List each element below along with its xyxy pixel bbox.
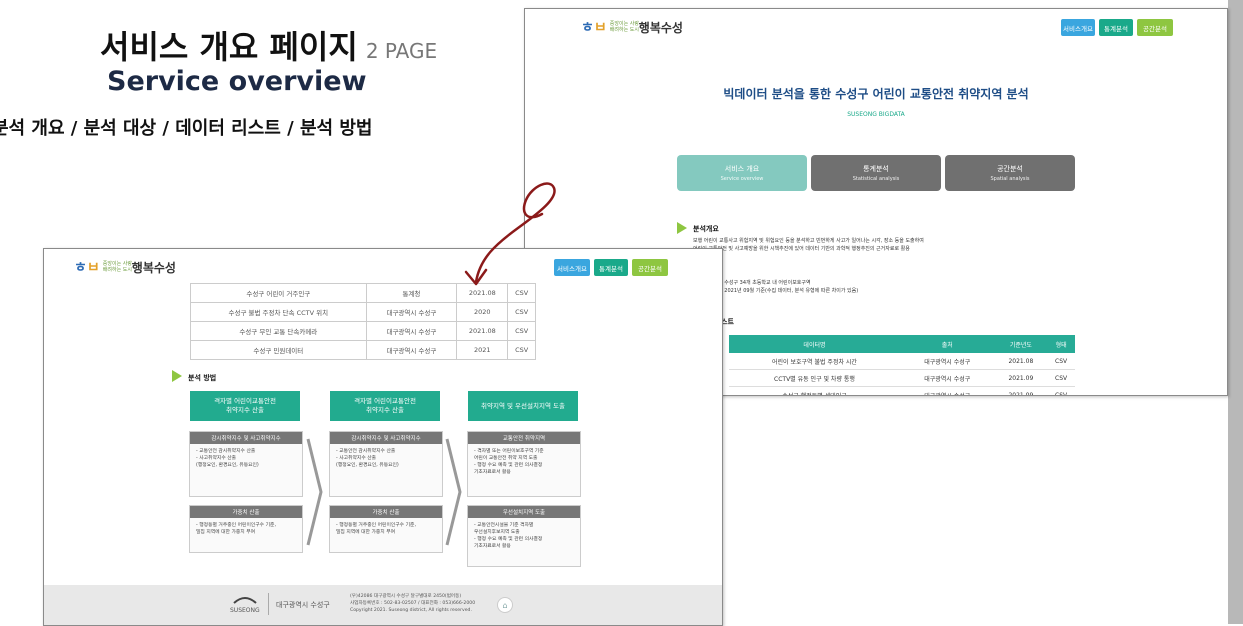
method-box: 감시취약지수 및 사고취약지수 - 교통안전 감시취약지수 산출 - 사고취약지수… [329,431,443,497]
logo-slogan: 중앙이는 사랑 배려하는 도시 [609,21,639,33]
nav-spatial-analysis[interactable]: 공간분석 [1137,19,1173,36]
chevron-right-icon [445,438,462,546]
section-method-heading: 분석 방법 [188,374,217,382]
table-header: 형태 [1047,335,1075,353]
logo-mark: ㅎㅂ [74,260,100,276]
section-arrow-icon [677,222,687,234]
section-overview-heading: 분석개요 [693,225,719,233]
nav-statistical-analysis[interactable]: 통계분석 [594,259,628,276]
logo-slogan: 중앙이는 사랑 배려하는 도시 [102,261,132,273]
table-row: CCTV별 유동 인구 및 차량 통행 대구광역시 수성구 2021.09 CSV [729,369,1075,387]
footer-info: (우)42086 대구광역시 수성구 달구벌대로 2450(범어동) 사업자등록… [350,594,476,613]
analysis-method-screenshot: ㅎㅂ 중앙이는 사랑 배려하는 도시 행복수성 서비스개요 통계분석 공간분석 수… [43,248,723,626]
menu-statistical-analysis[interactable]: 통계분석 Statistical analysis [811,155,941,191]
logo-name: 행복수성 [131,260,176,275]
method-box: 가중치 산출 - 행정동별 거주중인 어린이인구수 기준, 밀집 지역에 대한 가… [329,505,443,553]
curved-arrow-icon [464,182,556,286]
table-header: 데이터명 [729,335,900,353]
data-list-table: 수성구 어린이 거주인구 통계청 2021.08 CSV 수성구 불법 주정차 단속 … [190,283,536,360]
logo-name: 행복수성 [638,20,683,35]
footer-logo-text: SUSEONG [230,607,260,614]
suseong-logo-icon [233,597,257,604]
table-row: 어린이 보호구역 불법 주정차 시간 대구광역시 수성구 2021.08 CSV [729,353,1075,370]
method-box: 우선설치지역 도출 - 교통안전시설물 기준 격자별 우선설치후보지역 도출 - 행… [467,505,581,567]
nav-statistical-analysis[interactable]: 통계분석 [1099,19,1133,36]
table-row: 수성구 불법 주정차 단속 CCTV 위치 대구광역시 수성구 2020 CSV [190,302,536,322]
footer-divider [268,593,269,615]
method-box: 감시취약지수 및 사고취약지수 - 교통안전 감시취약지수 산출 - 사고취약지수… [189,431,303,497]
overview-description: 보행 어린이 교통사고 위험지역 및 위험요인 등을 분석하고 빈번하게 사고가… [693,238,924,252]
site-footer: SUSEONG 대구광역시 수성구 (우)42086 대구광역시 수성구 달구벌… [44,585,722,625]
method-box: 가중치 산출 - 행정동별 거주중인 어린이인구수 기준, 밀집 지역에 대한 가… [189,505,303,553]
table-row: 수성구 민원데이터 대구광역시 수성구 2021 CSV [190,340,536,360]
table-header: 출처 [899,335,995,353]
page-subtitle: 분석 개요 / 분석 대상 / 데이터 리스트 / 분석 방법 [0,118,373,139]
data-list-table: 데이터명 출처 기준년도 형태 어린이 보호구역 불법 주정차 시간 대구광역시 … [729,335,1075,395]
page-title-ko: 서비스 개요 페이지 2 PAGE [100,28,438,66]
nav-service-overview[interactable]: 서비스개요 [1061,19,1095,36]
table-row: 수성구 행정동별 세대인구 대구광역시 수성구 2021.09 CSV [729,386,1075,395]
section-arrow-icon [172,370,182,382]
menu-spatial-analysis[interactable]: 공간분석 Spatial analysis [945,155,1075,191]
method-step-3: 취약지역 및 우선설치지역 도출 [468,391,578,421]
menu-service-overview[interactable]: 서비스 개요 Service overview [677,155,807,191]
page-number-label: 2 PAGE [365,39,438,63]
target-description: : 수성구 34개 초등학교 내 어린이보호구역 : 2021년 09월 기준(… [721,280,859,294]
site-logo[interactable]: ㅎㅂ 중앙이는 사랑 배려하는 도시 행복수성 [74,257,176,277]
page-title-en: Service overview [107,66,367,97]
method-step-1: 격자별 어린이교통안전 취약지수 산출 [190,391,300,421]
logo-mark: ㅎㅂ [581,20,607,36]
right-edge-strip [1228,0,1243,624]
footer-gov-name: 대구광역시 수성구 [276,601,330,609]
home-icon[interactable]: ⌂ [497,597,513,613]
chevron-right-icon [306,438,323,546]
nav-spatial-analysis[interactable]: 공간분석 [632,259,668,276]
method-box: 교통안전 취약지역 - 격자별 또는 어린이보호구역 기준 어린이 교통안전 취약… [467,431,581,497]
table-row: 수성구 무인 교통 단속카메라 대구광역시 수성구 2021.08 CSV [190,321,536,341]
site-logo[interactable]: ㅎㅂ 중앙이는 사랑 배려하는 도시 행복수성 [581,17,683,37]
table-header: 기준년도 [994,335,1048,353]
service-title: 빅데이터 분석을 통한 수성구 어린이 교통안전 취약지역 분석 [723,87,1029,101]
service-subtitle: SUSEONG BIGDATA [847,111,905,118]
method-step-2: 격자별 어린이교통안전 취약지수 산출 [330,391,440,421]
